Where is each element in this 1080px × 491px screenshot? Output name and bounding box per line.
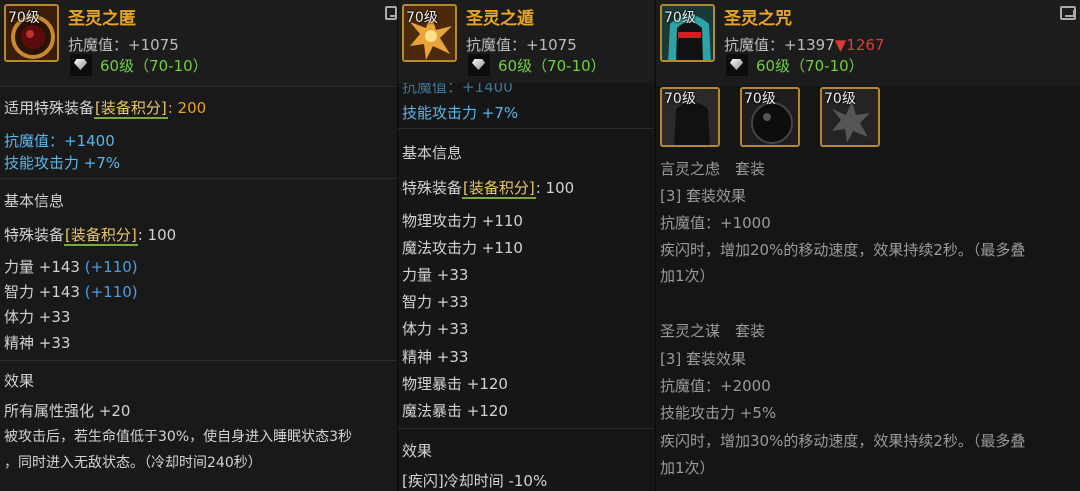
stat-line: 物理暴击 +120 <box>402 375 508 393</box>
special-equip-line: 特殊装备[装备积分]: 100 <box>402 179 575 199</box>
item-resist: 抗魔值：+1397▼1267 <box>724 36 885 54</box>
gem-level: 60级（70-10） <box>498 57 606 75</box>
set-desc: 疾闪时，增加30%的移动速度，效果持续2秒。（最多叠 <box>660 432 1026 450</box>
stat-spirit: 精神 +33 <box>4 334 71 352</box>
stat-line: 精神 +33 <box>402 348 469 366</box>
effect-line: ，同时进入无敌状态。（冷却时间240秒） <box>4 455 262 471</box>
item-tooltip-panel-2: 抗魔值：+1400 70级 圣灵之遁 抗魔值：+1075 60级（70-10） … <box>397 0 654 491</box>
set-item-slot[interactable]: 70级 <box>820 87 880 147</box>
set-item-slot[interactable]: 70级 <box>740 87 800 147</box>
stat-line: 物理攻击力 +110 <box>402 212 523 230</box>
set-title: 圣灵之谋 套装 <box>660 322 766 340</box>
set-title: 言灵之虑 套装 <box>660 160 766 178</box>
set-effect-header: [3] 套装效果 <box>660 187 747 205</box>
stat-line: 魔法攻击力 +110 <box>402 239 523 257</box>
item-header: 70级 圣灵之遁 抗魔值：+1075 60级（70-10） <box>398 0 654 83</box>
applies-line: 适用特殊装备[装备积分]: 200 <box>4 99 207 119</box>
resist-change: ▼1267 <box>834 36 885 54</box>
item-name: 圣灵之匿 <box>68 9 136 29</box>
stat-vitality: 体力 +33 <box>4 308 71 326</box>
effect-title: 效果 <box>402 442 433 460</box>
hooded-mask-icon[interactable]: 70级 <box>660 4 715 62</box>
bonus-skill-attack: 技能攻击力 +7% <box>402 104 519 122</box>
crystal-gem-icon <box>468 54 490 76</box>
stat-line: 体力 +33 <box>402 320 469 338</box>
item-name: 圣灵之遁 <box>466 9 534 29</box>
set-desc: 加1次） <box>660 459 715 477</box>
item-header: 70级 圣灵之匿 抗魔值：+1075 60级（70-10） <box>0 0 397 86</box>
set-resist: 抗魔值：+1000 <box>660 214 771 232</box>
set-bonus: 技能攻击力 +5% <box>660 404 777 422</box>
export-icon[interactable] <box>385 6 397 20</box>
item-name: 圣灵之咒 <box>724 9 792 29</box>
stat-line: 智力 +33 <box>402 293 469 311</box>
effect-line: 所有属性强化 +20 <box>4 402 131 420</box>
special-equip-line: 特殊装备[装备积分]: 100 <box>4 226 177 246</box>
effect-title: 效果 <box>4 372 35 390</box>
item-resist: 抗魔值：+1075 <box>466 36 577 54</box>
burst-amulet-icon[interactable]: 70级 <box>402 4 457 62</box>
basic-info-title: 基本信息 <box>402 144 463 162</box>
set-desc: 加1次） <box>660 267 715 285</box>
set-resist: 抗魔值：+2000 <box>660 377 771 395</box>
ring-icon[interactable]: 70级 <box>4 4 59 62</box>
item-tooltip-panel-1: 70级 圣灵之匿 抗魔值：+1075 60级（70-10） 适用特殊装备[装备积… <box>0 0 397 491</box>
stat-line: 魔法暴击 +120 <box>402 402 508 420</box>
set-desc: 疾闪时，增加20%的移动速度，效果持续2秒。（最多叠 <box>660 241 1026 259</box>
item-resist: 抗魔值：+1075 <box>68 36 179 54</box>
stat-intelligence: 智力 +143 (+110) <box>4 283 138 301</box>
export-icon[interactable] <box>1060 6 1076 20</box>
set-effect-header: [3] 套装效果 <box>660 350 747 368</box>
item-header: 70级 圣灵之咒 抗魔值：+1397▼1267 60级（70-10） <box>656 0 1080 86</box>
crystal-gem-icon <box>70 54 92 76</box>
set-item-slot[interactable]: 70级 <box>660 87 720 147</box>
item-level-tag: 70级 <box>664 10 696 26</box>
item-level-tag: 70级 <box>406 10 438 26</box>
effect-line: [疾闪]冷却时间 -10% <box>402 472 548 490</box>
gem-level: 60级（70-10） <box>100 57 208 75</box>
effect-line: 被攻击后，若生命值低于30%，使自身进入睡眠状态3秒 <box>4 429 353 445</box>
gem-level: 60级（70-10） <box>756 57 864 75</box>
item-level-tag: 70级 <box>8 10 40 26</box>
bonus-skill-attack: 技能攻击力 +7% <box>4 154 121 172</box>
bonus-resist: 抗魔值：+1400 <box>4 132 115 150</box>
crystal-gem-icon <box>726 54 748 76</box>
item-tooltip-panel-3: 70级 70级 70级 70级 圣灵之咒 抗魔值：+1397▼1267 60级（… <box>655 0 1080 491</box>
stat-strength: 力量 +143 (+110) <box>4 258 138 276</box>
stat-line: 力量 +33 <box>402 266 469 284</box>
basic-info-title: 基本信息 <box>4 192 65 210</box>
